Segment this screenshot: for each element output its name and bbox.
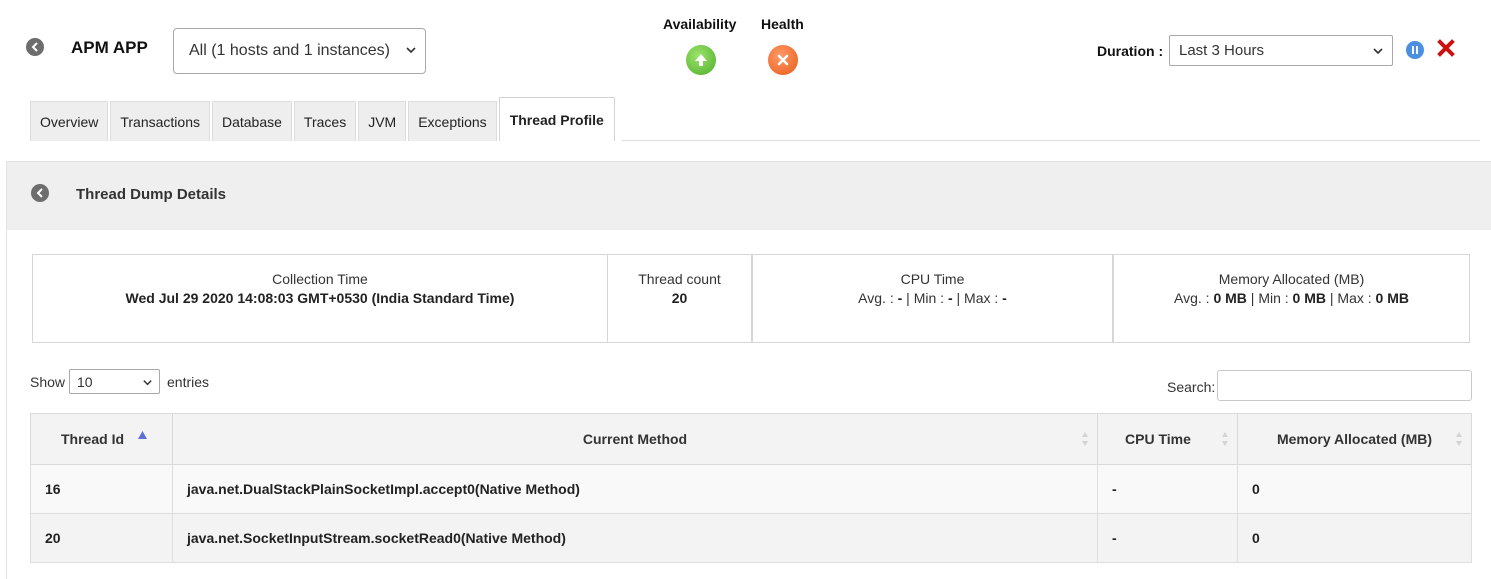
chevron-left-icon	[31, 42, 38, 52]
mem-avg-value: 0 MB	[1213, 290, 1247, 306]
thread-count-label: Thread count	[638, 271, 721, 287]
host-select-value: All (1 hosts and 1 instances)	[189, 42, 390, 59]
column-label: Memory Allocated (MB)	[1276, 431, 1433, 447]
tab-bar: Overview Transactions Database Traces JV…	[30, 97, 617, 141]
separator: |	[956, 290, 961, 306]
memory-allocated-box: Memory Allocated (MB) Avg. : 0 MB | Min …	[1113, 254, 1470, 343]
column-label: Thread Id	[61, 431, 125, 447]
mem-min-label: Min :	[1258, 290, 1289, 306]
memory-stats: Avg. : 0 MB | Min : 0 MB | Max : 0 MB	[1114, 289, 1469, 308]
tab-divider	[622, 140, 1480, 141]
tab-thread-profile[interactable]: Thread Profile	[498, 97, 615, 141]
panel-back-button[interactable]	[31, 184, 49, 202]
sort-ascending-icon	[138, 431, 147, 439]
pause-bars-icon	[1412, 46, 1418, 54]
column-header-current-method[interactable]: Current Method	[172, 413, 1098, 465]
duration-select[interactable]: Last 3 Hours	[1169, 35, 1393, 66]
column-header-memory-allocated[interactable]: Memory Allocated (MB)	[1237, 413, 1472, 465]
cell-current-method: java.net.DualStackPlainSocketImpl.accept…	[172, 464, 1098, 514]
entries-label: entries	[167, 374, 210, 390]
pause-icon[interactable]	[1406, 41, 1424, 59]
cpu-min-label: Min :	[913, 290, 945, 306]
host-instance-select[interactable]: All (1 hosts and 1 instances)	[173, 28, 426, 74]
column-header-thread-id[interactable]: Thread Id	[30, 413, 173, 465]
thread-count-value: 20	[671, 290, 688, 306]
cpu-time-label: CPU Time	[900, 271, 965, 287]
cpu-max-label: Max :	[964, 290, 999, 306]
mem-max-label: Max :	[1337, 290, 1372, 306]
availability-up-icon[interactable]	[686, 45, 716, 75]
collection-time-box: Collection Time Wed Jul 29 2020 14:08:03…	[32, 254, 608, 343]
thread-count-box: Thread count 20	[607, 254, 752, 343]
column-label: CPU Time	[1125, 431, 1191, 447]
cell-cpu-time: -	[1097, 513, 1238, 563]
app-title: APM APP	[71, 38, 148, 57]
cpu-time-stats: Avg. : - | Min : - | Max : -	[753, 289, 1112, 308]
entries-per-page-select[interactable]: 10	[69, 369, 160, 394]
tab-jvm[interactable]: JVM	[358, 101, 407, 141]
sort-both-icon	[1082, 432, 1088, 446]
cpu-time-box: CPU Time Avg. : - | Min : - | Max : -	[752, 254, 1113, 343]
table-header-row: Thread Id Current Method CPU Time Memory…	[30, 413, 1472, 465]
cell-thread-id: 20	[30, 513, 173, 563]
mem-max-value: 0 MB	[1375, 290, 1409, 306]
separator: |	[1329, 290, 1334, 306]
x-mark-icon	[777, 54, 789, 66]
search-input[interactable]	[1217, 370, 1472, 401]
collection-time-value: Wed Jul 29 2020 14:08:03 GMT+0530 (India…	[125, 290, 515, 306]
tab-traces[interactable]: Traces	[293, 101, 357, 141]
panel-title: Thread Dump Details	[76, 186, 227, 203]
panel-header	[7, 162, 1491, 230]
cpu-min-value: -	[947, 290, 953, 306]
close-icon[interactable]	[1437, 39, 1455, 62]
search-label: Search:	[1167, 379, 1216, 395]
table-row[interactable]: 20 java.net.SocketInputStream.socketRead…	[30, 513, 1472, 563]
cell-thread-id: 16	[30, 464, 173, 514]
availability-label: Availability	[663, 16, 737, 32]
arrow-up-icon	[695, 54, 707, 66]
chevron-down-icon	[406, 47, 416, 54]
sort-both-icon	[1222, 432, 1228, 446]
collection-time-label: Collection Time	[272, 271, 368, 287]
show-label: Show	[30, 374, 66, 390]
cpu-avg-value: -	[897, 290, 903, 306]
chevron-down-icon	[1373, 48, 1383, 55]
cell-cpu-time: -	[1097, 464, 1238, 514]
duration-select-value: Last 3 Hours	[1179, 42, 1265, 59]
health-critical-icon[interactable]	[768, 45, 798, 75]
chevron-left-icon	[36, 188, 43, 198]
back-button[interactable]	[26, 38, 44, 56]
column-label: Current Method	[582, 431, 688, 447]
entries-select-value: 10	[77, 373, 93, 390]
tab-overview[interactable]: Overview	[30, 101, 109, 141]
table-row[interactable]: 16 java.net.DualStackPlainSocketImpl.acc…	[30, 464, 1472, 514]
cell-memory-allocated: 0	[1237, 464, 1472, 514]
tab-exceptions[interactable]: Exceptions	[408, 101, 497, 141]
mem-avg-label: Avg. :	[1174, 290, 1210, 306]
column-header-cpu-time[interactable]: CPU Time	[1097, 413, 1238, 465]
red-x-icon	[1437, 39, 1455, 57]
separator: |	[1250, 290, 1255, 306]
cell-memory-allocated: 0	[1237, 513, 1472, 563]
thread-table: Thread Id Current Method CPU Time Memory…	[30, 413, 1472, 563]
tab-transactions[interactable]: Transactions	[110, 101, 210, 141]
mem-min-value: 0 MB	[1292, 290, 1326, 306]
separator: |	[906, 290, 910, 306]
memory-allocated-label: Memory Allocated (MB)	[1218, 271, 1365, 287]
cpu-avg-label: Avg. :	[858, 290, 894, 306]
sort-both-icon	[1456, 432, 1462, 446]
duration-label: Duration :	[1097, 43, 1164, 59]
health-label: Health	[761, 16, 804, 32]
chevron-down-icon	[143, 380, 152, 386]
tab-database[interactable]: Database	[211, 101, 292, 141]
cell-current-method: java.net.SocketInputStream.socketRead0(N…	[172, 513, 1098, 563]
cpu-max-value: -	[1002, 290, 1007, 306]
